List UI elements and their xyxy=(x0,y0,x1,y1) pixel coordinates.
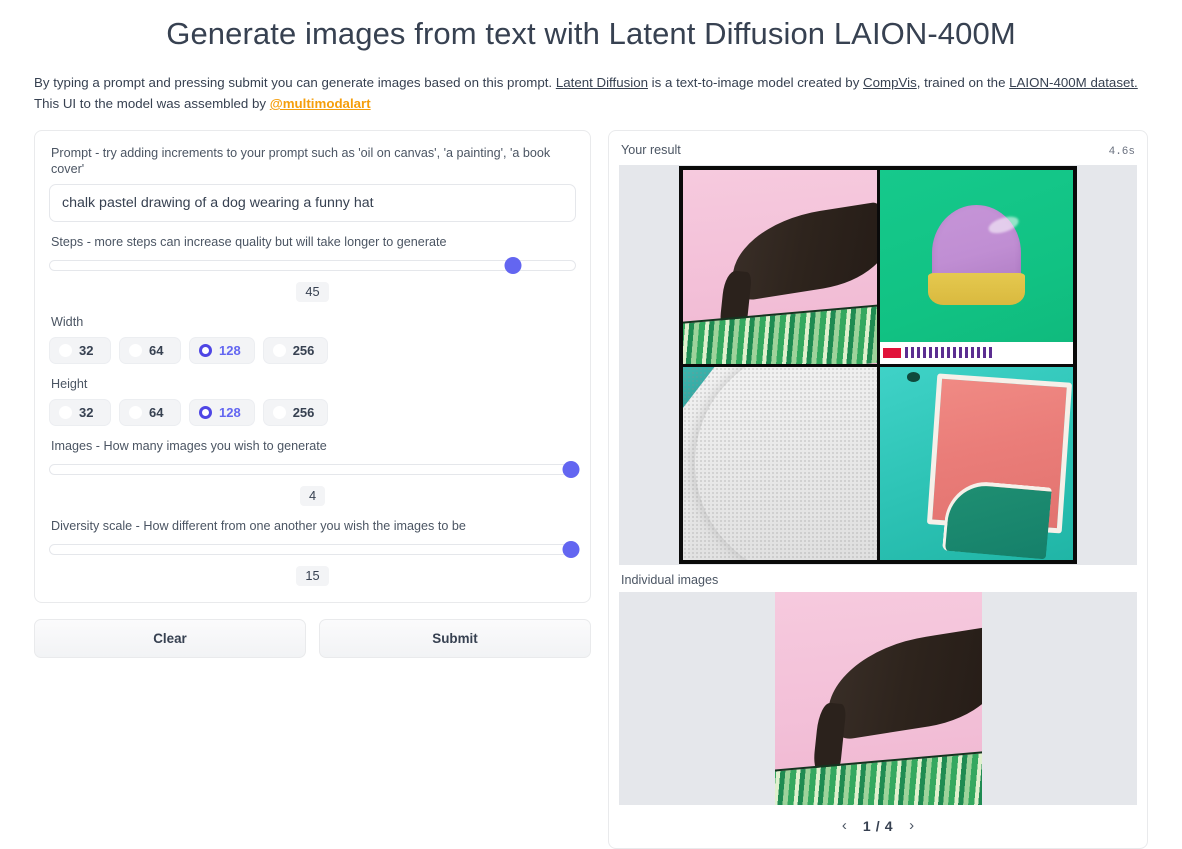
images-slider-track[interactable] xyxy=(49,464,576,475)
images-slider-thumb[interactable] xyxy=(562,461,580,478)
link-laion-dataset[interactable]: LAION-400M dataset. xyxy=(1009,75,1138,90)
width-option-128[interactable]: 128 xyxy=(189,337,255,364)
steps-label: Steps - more steps can increase quality … xyxy=(51,235,447,249)
prompt-input[interactable] xyxy=(49,184,576,222)
steps-slider[interactable] xyxy=(49,257,576,274)
images-field-block: Images - How many images you wish to gen… xyxy=(49,438,580,506)
width-option-label: 32 xyxy=(79,343,94,358)
width-option-label: 256 xyxy=(292,343,315,358)
height-radio-group[interactable]: 32 64 128 256 xyxy=(49,399,576,426)
page-title: Generate images from text with Latent Di… xyxy=(166,16,1016,51)
fabric-texture-overlay xyxy=(683,366,877,560)
width-option-32[interactable]: 32 xyxy=(49,337,111,364)
watermark-strip xyxy=(879,342,1073,364)
result-duration: 4.6s xyxy=(1108,146,1135,158)
radio-circle-icon xyxy=(199,406,212,419)
beanie-band-shape xyxy=(927,272,1025,306)
controls-column: Prompt - try adding increments to your p… xyxy=(34,130,591,658)
height-field-block: Height 32 64 128 256 xyxy=(49,376,576,426)
steps-slider-thumb[interactable] xyxy=(504,257,522,274)
result-tile-1 xyxy=(683,170,877,364)
diversity-slider-track[interactable] xyxy=(49,544,576,555)
green-stripes-shape xyxy=(683,303,877,364)
result-tile-3 xyxy=(683,366,877,560)
steps-slider-track[interactable] xyxy=(49,260,576,271)
dark-speck-shape xyxy=(906,372,921,382)
result-column: Your result 4.6s Individual images ‹ 1 /… xyxy=(608,130,1148,849)
radio-circle-icon xyxy=(129,344,142,357)
diversity-slider[interactable] xyxy=(49,541,580,558)
gallery-pager: ‹ 1 / 4 › xyxy=(619,805,1137,840)
width-field-block: Width 32 64 128 256 xyxy=(49,314,576,364)
width-option-64[interactable]: 64 xyxy=(119,337,181,364)
controls-panel: Prompt - try adding increments to your p… xyxy=(34,130,591,603)
radio-circle-icon xyxy=(59,344,72,357)
width-option-label: 64 xyxy=(149,343,164,358)
action-buttons-row: Clear Submit xyxy=(34,619,591,658)
radio-circle-icon xyxy=(272,406,286,419)
link-author[interactable]: @multimodalart xyxy=(270,96,371,111)
result-panel: Your result 4.6s Individual images ‹ 1 /… xyxy=(608,130,1148,849)
green-stripes-shape xyxy=(774,749,982,805)
diversity-label: Diversity scale - How different from one… xyxy=(51,519,466,533)
main-columns: Prompt - try adding increments to your p… xyxy=(34,130,1148,849)
intro-text-1: By typing a prompt and pressing submit y… xyxy=(34,75,556,90)
prompt-label: Prompt - try adding increments to your p… xyxy=(51,146,551,176)
individual-image-stage xyxy=(619,592,1137,805)
images-label: Images - How many images you wish to gen… xyxy=(51,439,327,453)
steps-value: 45 xyxy=(296,282,329,302)
height-option-128[interactable]: 128 xyxy=(189,399,255,426)
link-compvis[interactable]: CompVis xyxy=(863,75,917,90)
height-option-256[interactable]: 256 xyxy=(262,399,329,426)
result-tile-2 xyxy=(879,170,1073,364)
intro-text-2: is a text-to-image model created by xyxy=(647,75,864,90)
chevron-left-icon[interactable]: ‹ xyxy=(840,818,849,834)
height-option-label: 128 xyxy=(219,405,241,420)
pager-count: 1 / 4 xyxy=(862,818,894,834)
chevron-right-icon[interactable]: › xyxy=(907,818,916,834)
result-image-stage xyxy=(619,165,1137,565)
result-title: Your result xyxy=(621,143,681,157)
intro-text-3: , trained on the xyxy=(916,75,1010,90)
radio-circle-icon xyxy=(59,406,72,419)
submit-button[interactable]: Submit xyxy=(319,619,591,658)
result-grid-image[interactable] xyxy=(679,166,1077,564)
prompt-field-block: Prompt - try adding increments to your p… xyxy=(49,145,576,222)
height-option-label: 32 xyxy=(79,405,94,420)
diversity-slider-thumb[interactable] xyxy=(562,541,580,558)
radio-circle-icon xyxy=(272,344,286,357)
images-value: 4 xyxy=(299,486,326,506)
intro-text-4: This UI to the model was assembled by xyxy=(34,96,270,111)
width-option-256[interactable]: 256 xyxy=(262,337,329,364)
result-tile-4 xyxy=(879,366,1073,560)
images-slider[interactable] xyxy=(49,461,580,478)
height-option-64[interactable]: 64 xyxy=(119,399,181,426)
height-option-label: 64 xyxy=(149,405,164,420)
result-header: Your result 4.6s xyxy=(619,141,1137,165)
intro-paragraph: By typing a prompt and pressing submit y… xyxy=(34,72,1148,114)
width-option-label: 128 xyxy=(219,343,241,358)
individual-images-label: Individual images xyxy=(621,573,719,587)
individual-image-1[interactable] xyxy=(774,592,982,805)
diversity-field-block: Diversity scale - How different from one… xyxy=(49,518,580,586)
height-option-32[interactable]: 32 xyxy=(49,399,111,426)
width-radio-group[interactable]: 32 64 128 256 xyxy=(49,337,576,364)
height-option-label: 256 xyxy=(292,405,315,420)
link-latent-diffusion[interactable]: Latent Diffusion xyxy=(556,75,648,90)
clear-button[interactable]: Clear xyxy=(34,619,306,658)
steps-field-block: Steps - more steps can increase quality … xyxy=(49,234,576,302)
radio-circle-icon xyxy=(199,344,212,357)
height-label: Height xyxy=(51,377,88,391)
diversity-value: 15 xyxy=(296,566,329,586)
width-label: Width xyxy=(51,315,84,329)
radio-circle-icon xyxy=(129,406,142,419)
